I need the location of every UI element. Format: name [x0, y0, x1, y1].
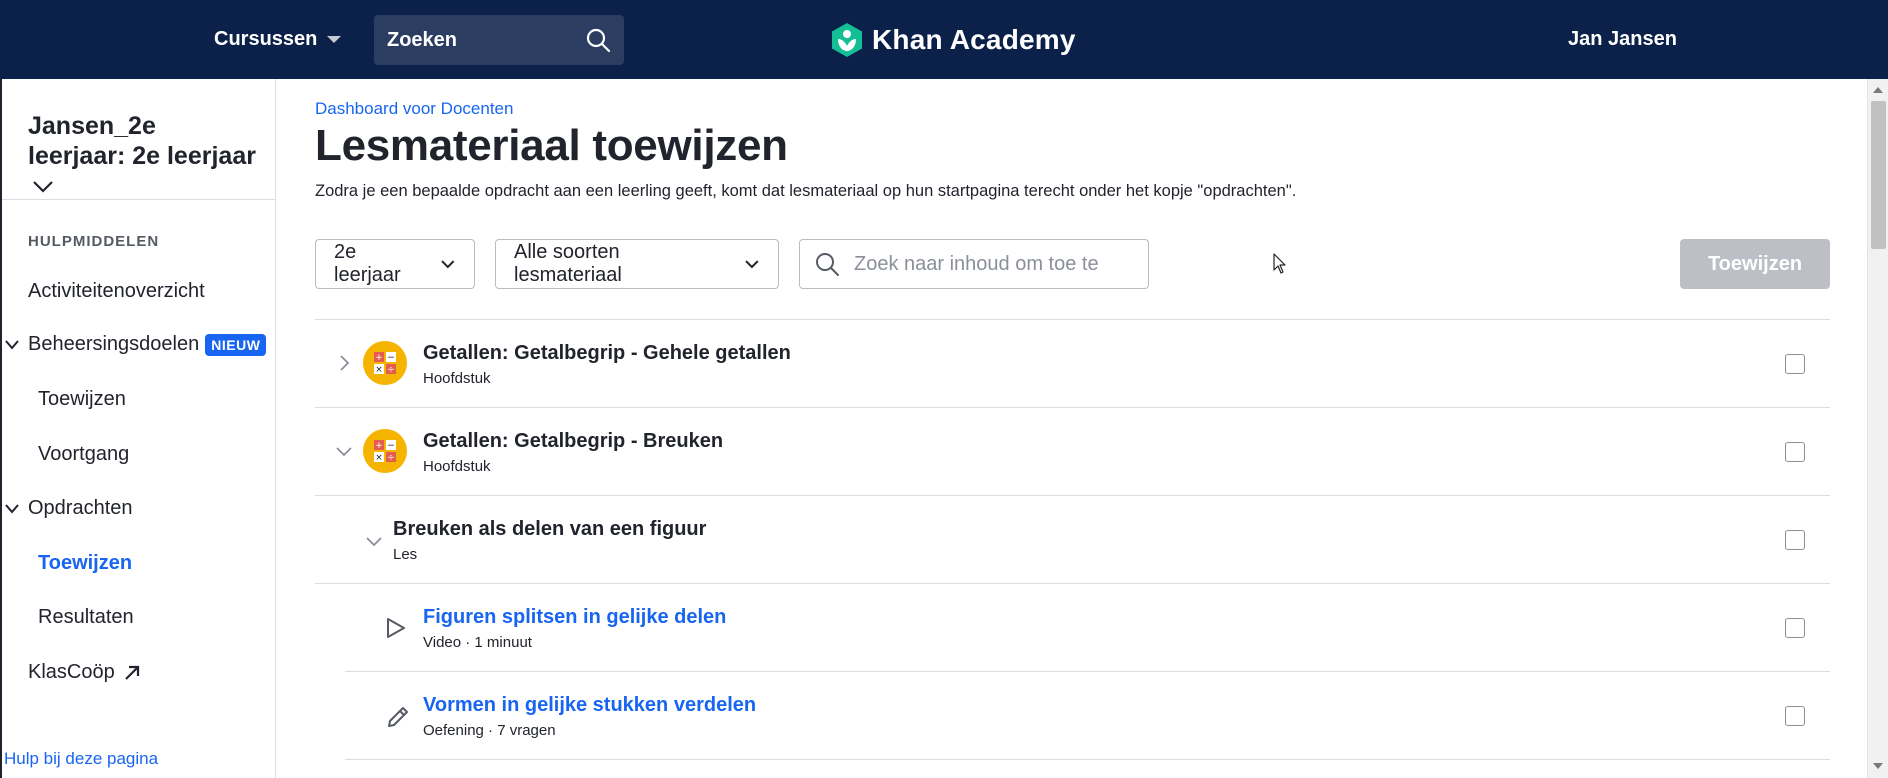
unit-title: Getallen: Getalbegrip - Breuken	[423, 430, 724, 452]
svg-text:÷: ÷	[387, 453, 395, 463]
chevron-right-icon[interactable]	[339, 354, 351, 372]
exercise-meta: Oefening · 7 vragen	[423, 722, 556, 739]
sidebar-item-assignments[interactable]: Opdrachten	[5, 497, 133, 520]
select-checkbox[interactable]	[1785, 354, 1805, 374]
scrollbar-thumb[interactable]	[1871, 101, 1886, 249]
breadcrumb[interactable]: Dashboard voor Docenten	[315, 99, 513, 119]
scroll-down-arrow-icon[interactable]	[1873, 763, 1883, 769]
math-unit-icon: + − × ÷	[363, 429, 407, 473]
svg-text:−: −	[387, 441, 395, 451]
brand-name: Khan Academy	[872, 23, 1076, 55]
sidebar-item-results[interactable]: Resultaten	[38, 606, 134, 629]
caret-down-icon	[327, 36, 342, 43]
unit-type: Hoofdstuk	[423, 370, 491, 387]
lesson-type: Les	[393, 546, 418, 563]
mouse-cursor-icon	[1273, 253, 1286, 274]
new-badge: NIEUW	[205, 333, 267, 356]
exercise-title-link[interactable]: Vormen in gelijke stukken verdelen	[423, 694, 756, 717]
assign-button[interactable]: Toewijzen	[1680, 239, 1830, 289]
svg-text:×: ×	[375, 453, 383, 463]
page-title: Lesmateriaal toewijzen	[315, 121, 788, 170]
content-search-placeholder: Zoek naar inhoud om toe te v	[854, 252, 1104, 275]
content-type-dropdown-value: Alle soorten lesmateriaal	[514, 241, 622, 286]
search-icon[interactable]	[585, 27, 611, 53]
user-name: Jan Jansen	[1568, 28, 1677, 50]
chevron-down-icon	[745, 260, 759, 269]
section-heading: HULPMIDDELEN	[28, 233, 160, 250]
video-meta: Video · 1 minuut	[423, 634, 532, 651]
courses-label: Cursussen	[214, 28, 318, 50]
sidebar-item-assignments-assign[interactable]: Toewijzen	[38, 552, 132, 575]
page-description: Zodra je een bepaalde opdracht aan een l…	[315, 182, 1297, 200]
svg-text:+: +	[375, 441, 383, 451]
unit-type: Hoofdstuk	[423, 458, 491, 475]
video-title-link[interactable]: Figuren splitsen in gelijke delen	[423, 606, 726, 629]
khan-academy-logo[interactable]: Khan Academy	[830, 0, 1076, 79]
sidebar-item-label: Toewijzen	[38, 552, 133, 574]
sidebar-item-activity-overview[interactable]: Activiteitenoverzicht	[28, 280, 205, 303]
sidebar-item-mastery-progress[interactable]: Voortgang	[38, 443, 129, 466]
unit-row[interactable]: + − × ÷ Getallen: Getalbegrip - Gehele g…	[315, 320, 1830, 408]
select-checkbox[interactable]	[1785, 706, 1805, 726]
scroll-up-arrow-icon[interactable]	[1873, 87, 1883, 93]
main-content: Dashboard voor Docenten Lesmateriaal toe…	[277, 79, 1867, 778]
content-list: + − × ÷ Getallen: Getalbegrip - Gehele g…	[315, 319, 1830, 760]
chevron-down-icon[interactable]	[335, 446, 353, 458]
chevron-down-icon	[5, 503, 19, 514]
play-icon	[387, 618, 405, 638]
user-menu[interactable]: Jan Jansen	[1568, 0, 1677, 79]
svg-text:+: +	[375, 353, 383, 363]
sidebar: Jansen_2e leerjaar: 2e leerjaar HULPMIDD…	[0, 79, 276, 778]
sidebar-item-label: Opdrachten	[28, 497, 133, 519]
sidebar-item-label: Beheersingsdoelen	[28, 333, 200, 355]
grade-dropdown[interactable]: 2e leerjaar	[315, 239, 475, 289]
unit-row[interactable]: + − × ÷ Getallen: Getalbegrip - Breuken …	[315, 408, 1830, 496]
video-row[interactable]: Figuren splitsen in gelijke delen Video …	[345, 584, 1830, 672]
sidebar-item-label: Activiteitenoverzicht	[28, 280, 205, 302]
math-unit-icon: + − × ÷	[363, 341, 407, 385]
select-checkbox[interactable]	[1785, 442, 1805, 462]
select-checkbox[interactable]	[1785, 618, 1805, 638]
class-selector[interactable]: Jansen_2e leerjaar: 2e leerjaar	[28, 111, 258, 201]
courses-menu-button[interactable]: Cursussen	[214, 0, 342, 79]
exercise-row[interactable]: Vormen in gelijke stukken verdelen Oefen…	[345, 672, 1830, 760]
chevron-down-icon	[441, 260, 455, 269]
pencil-icon	[388, 707, 408, 727]
lesson-row[interactable]: Breuken als delen van een figuur Les	[315, 496, 1830, 584]
grade-dropdown-value: 2e leerjaar	[334, 241, 401, 286]
chevron-down-icon	[5, 339, 19, 350]
svg-text:−: −	[387, 353, 395, 363]
top-navigation-bar: Cursussen Zoeken Khan Academy Jan Jansen	[0, 0, 1888, 79]
class-name-label: Jansen_2e leerjaar: 2e leerjaar	[28, 112, 256, 170]
svg-text:÷: ÷	[387, 365, 395, 375]
search-label: Zoeken	[387, 28, 458, 51]
sidebar-item-mastery-goals[interactable]: Beheersingsdoelen NIEUW	[5, 333, 267, 356]
chevron-down-icon[interactable]	[365, 536, 383, 548]
sidebar-item-label: Voortgang	[38, 443, 130, 465]
divider	[2, 199, 276, 200]
sidebar-item-label: Toewijzen	[38, 388, 126, 410]
svg-text:×: ×	[375, 365, 383, 375]
global-search-input[interactable]: Zoeken	[374, 15, 624, 65]
unit-title: Getallen: Getalbegrip - Gehele getallen	[423, 342, 791, 364]
content-type-dropdown[interactable]: Alle soorten lesmateriaal	[495, 239, 779, 289]
select-checkbox[interactable]	[1785, 530, 1805, 550]
lesson-title: Breuken als delen van een figuur	[393, 518, 707, 540]
sidebar-item-label: KlasCoöp	[28, 661, 115, 683]
sidebar-item-klascoop[interactable]: KlasCoöp	[28, 661, 141, 684]
sidebar-item-label: Resultaten	[38, 606, 134, 628]
sidebar-item-mastery-assign[interactable]: Toewijzen	[38, 388, 126, 411]
help-link[interactable]: Hulp bij deze pagina	[4, 749, 158, 769]
page-scrollbar[interactable]	[1867, 79, 1888, 778]
search-icon	[816, 253, 839, 276]
chevron-down-icon	[33, 181, 53, 193]
external-link-icon	[124, 665, 139, 680]
khan-academy-logo-icon	[832, 22, 862, 57]
content-search-input[interactable]: Zoek naar inhoud om toe te v	[799, 239, 1149, 289]
